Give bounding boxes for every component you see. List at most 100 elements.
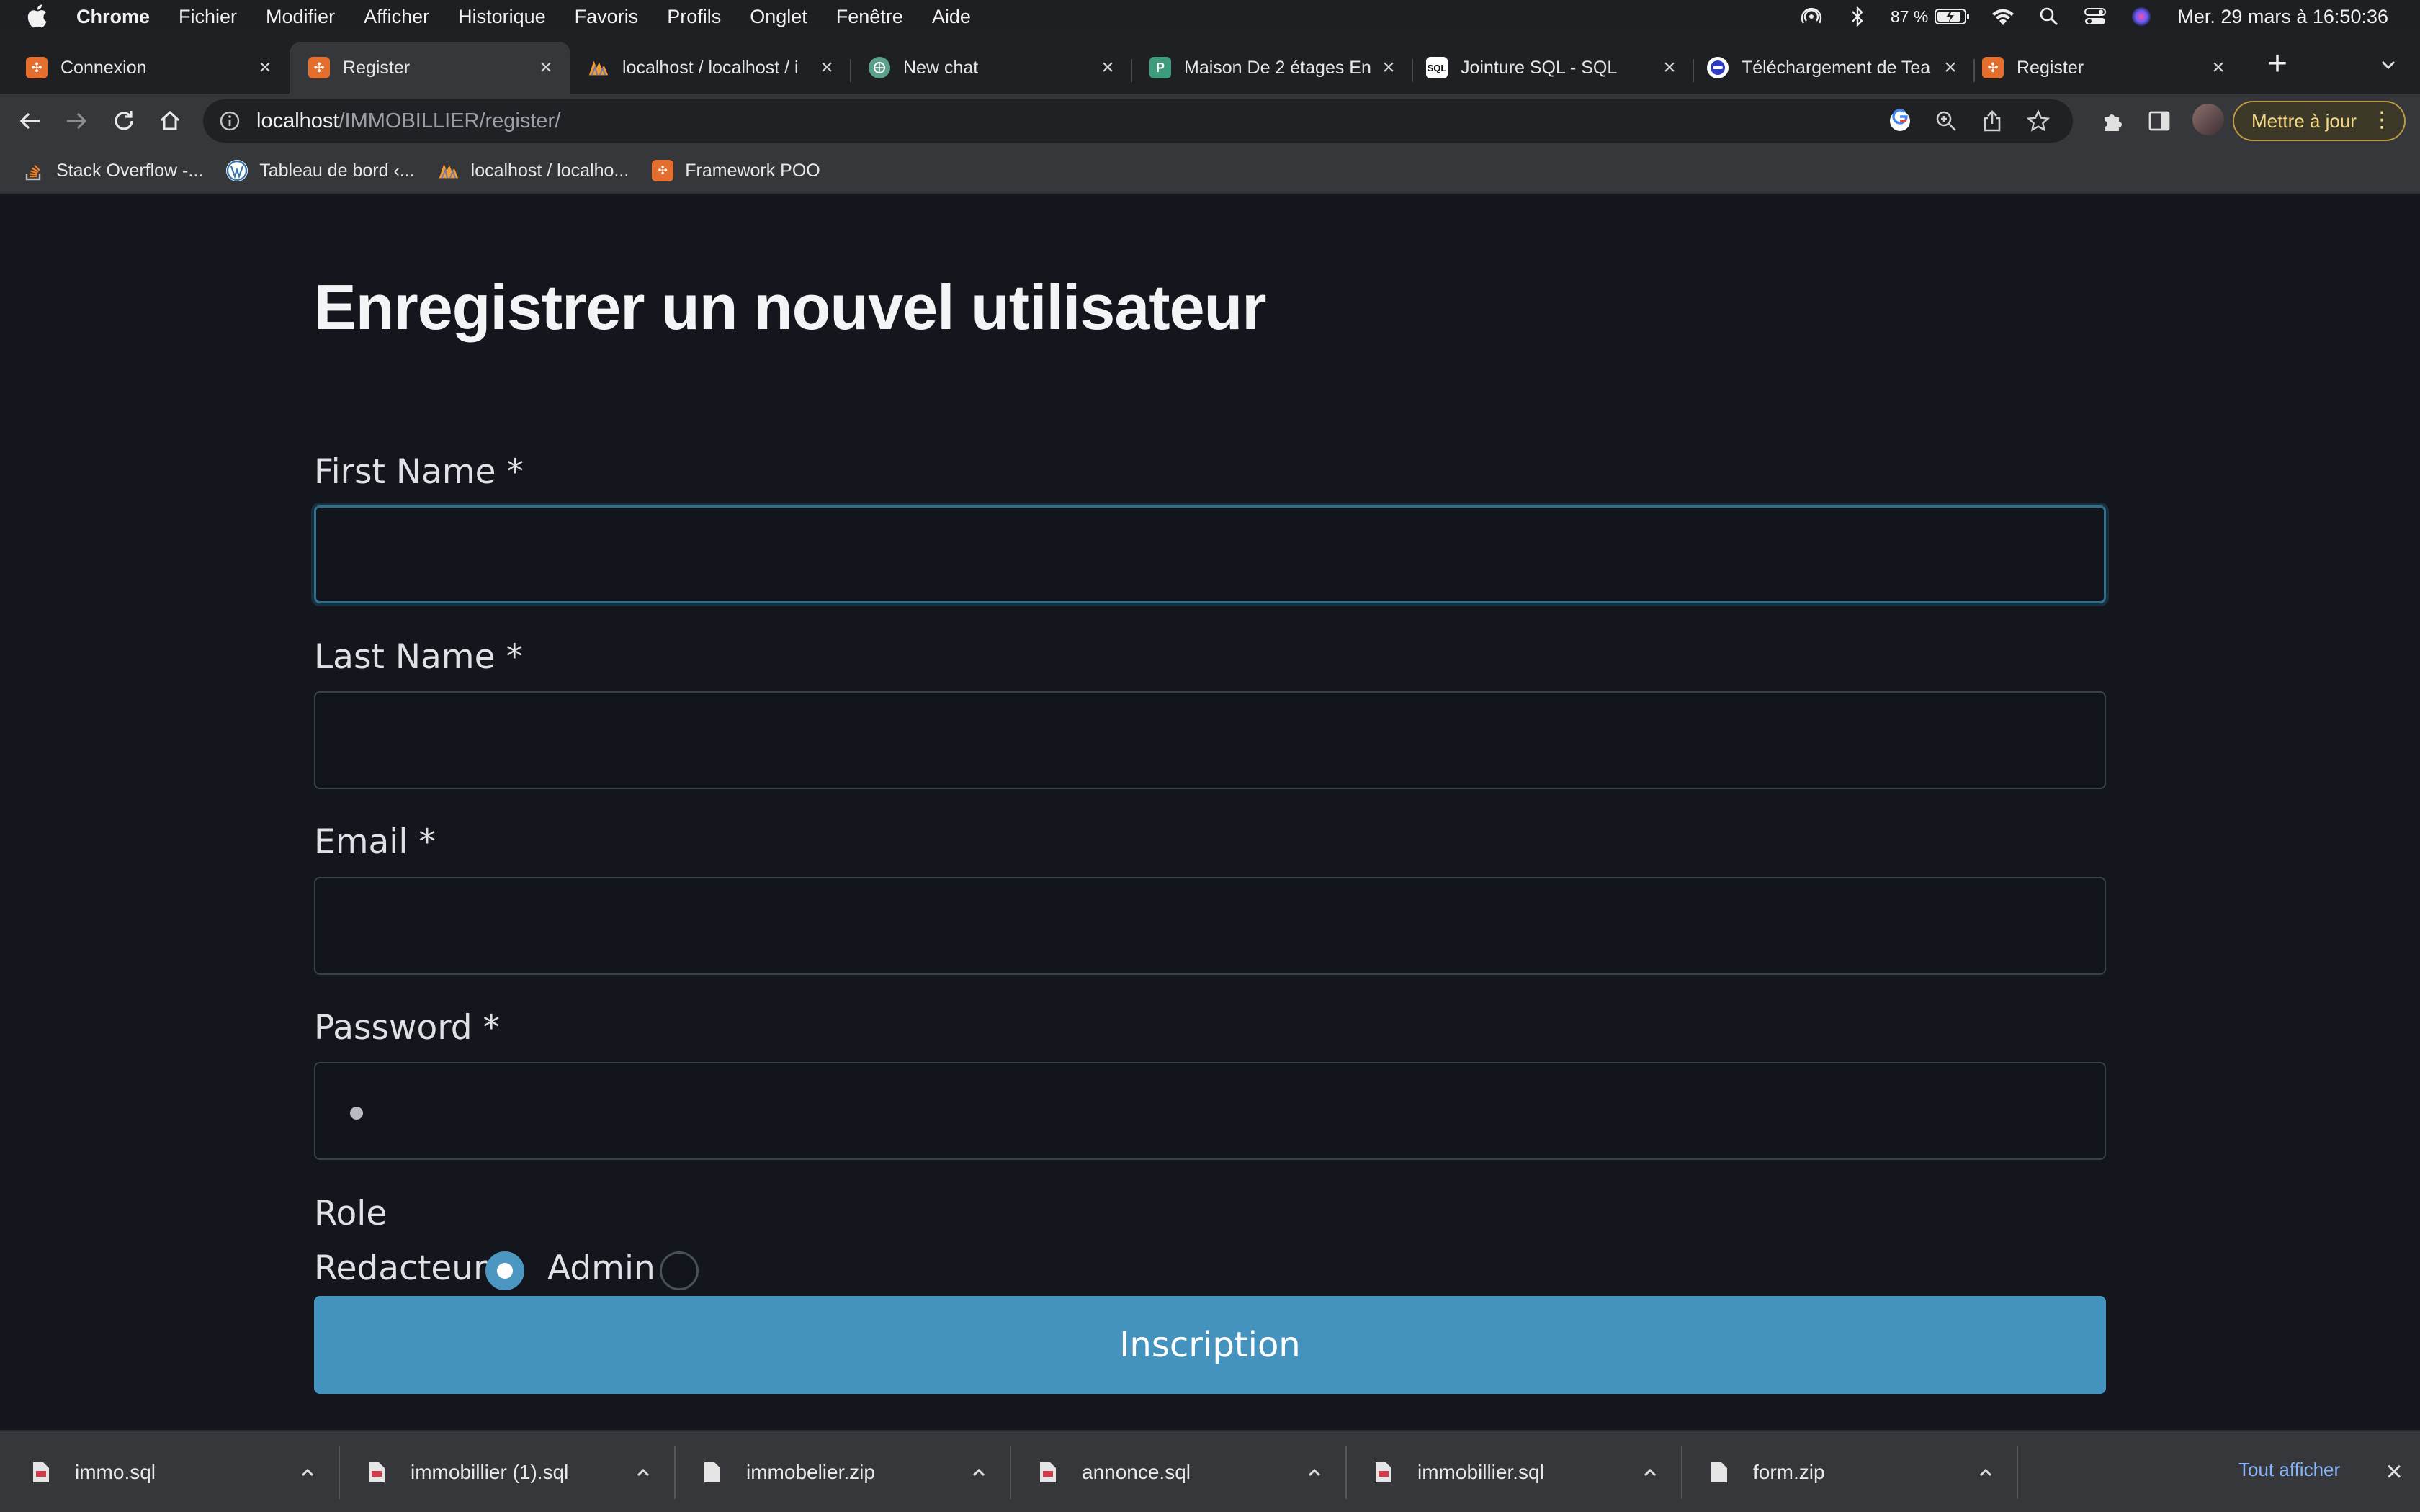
xampp-icon: ✣ — [1982, 57, 2004, 78]
tab-maison-plan[interactable]: P Maison De 2 étages En × — [1132, 48, 1413, 88]
tab-title: Register — [343, 57, 411, 78]
address-bar[interactable]: localhost/IMMOBILLIER/register/ — [203, 99, 2073, 143]
chevron-up-icon[interactable] — [632, 1462, 654, 1483]
share-icon[interactable] — [1979, 108, 2005, 134]
wordpress-icon — [226, 160, 248, 181]
menu-historique[interactable]: Historique — [458, 6, 546, 28]
tab-title: localhost / localhost / i — [622, 57, 799, 78]
tab-telechargement-teams[interactable]: Téléchargement de Tea × — [1694, 48, 1975, 88]
menu-fenetre[interactable]: Fenêtre — [836, 6, 903, 28]
menubar-clock[interactable]: Mer. 29 mars à 16:50:36 — [2177, 6, 2388, 28]
download-item[interactable]: form.zip — [1678, 1431, 2014, 1512]
xampp-icon: ✣ — [308, 57, 330, 78]
browser-toolbar: localhost/IMMOBILLIER/register/ Mettre à… — [0, 94, 2420, 148]
xampp-icon: ✣ — [652, 160, 674, 181]
close-download-shelf-icon[interactable]: × — [2381, 1457, 2407, 1486]
spotlight-search-icon[interactable] — [2035, 2, 2063, 31]
tab-jointure-sql[interactable]: SQL Jointure SQL - SQL × — [1413, 48, 1694, 88]
apple-logo-icon[interactable] — [26, 3, 48, 29]
download-item[interactable]: immobillier (1).sql — [336, 1431, 671, 1512]
download-filename: immobelier.zip — [746, 1461, 875, 1483]
bookmark-label: Tableau de bord ‹... — [259, 160, 415, 181]
reload-icon[interactable] — [109, 107, 138, 135]
tab-register-active[interactable]: ✣ Register × — [290, 42, 570, 94]
bookmark-stack-overflow[interactable]: Stack Overflow -... — [23, 160, 203, 181]
menu-aide[interactable]: Aide — [932, 6, 971, 28]
siri-icon[interactable] — [2127, 2, 2156, 31]
address-url[interactable]: localhost/IMMOBILLIER/register/ — [256, 109, 560, 133]
tab-register[interactable]: ✣ Register × — [1975, 48, 2243, 88]
file-icon — [367, 1461, 386, 1484]
more-options-icon[interactable]: ⋮ — [2371, 109, 2393, 131]
tab-new-chat[interactable]: New chat × — [851, 48, 1132, 88]
side-panel-icon[interactable] — [2145, 107, 2174, 135]
menu-afficher[interactable]: Afficher — [364, 6, 429, 28]
chevron-up-icon[interactable] — [1304, 1462, 1325, 1483]
menu-app-chrome[interactable]: Chrome — [76, 6, 150, 28]
menu-onglet[interactable]: Onglet — [750, 6, 807, 28]
role-admin-radio[interactable] — [660, 1251, 699, 1290]
bookmark-localhost-phpmyadmin[interactable]: localhost / localho... — [438, 160, 629, 181]
menu-fichier[interactable]: Fichier — [179, 6, 237, 28]
email-input[interactable] — [314, 877, 2106, 975]
download-item[interactable]: immobillier.sql — [1343, 1431, 1678, 1512]
role-redacteur-radio[interactable] — [485, 1251, 524, 1290]
extensions-puzzle-icon[interactable] — [2099, 107, 2128, 135]
tab-connexion[interactable]: ✣ Connexion × — [0, 48, 290, 88]
last-name-input[interactable] — [314, 691, 2106, 789]
tab-phpmyadmin[interactable]: localhost / localhost / i × — [570, 48, 851, 88]
close-tab-icon[interactable]: × — [1940, 57, 1960, 78]
close-tab-icon[interactable]: × — [1379, 57, 1399, 78]
home-icon[interactable] — [156, 107, 184, 135]
sql-icon: SQL — [1426, 57, 1448, 78]
zoom-icon[interactable] — [1933, 108, 1959, 134]
close-tab-icon[interactable]: × — [817, 57, 837, 78]
update-chrome-button[interactable]: Mettre à jour ⋮ — [2233, 101, 2406, 141]
close-tab-icon[interactable]: × — [536, 57, 556, 78]
show-all-downloads-link[interactable]: Tout afficher — [2238, 1459, 2340, 1481]
close-tab-icon[interactable]: × — [1098, 57, 1118, 78]
forward-arrow-icon[interactable] — [62, 107, 91, 135]
control-center-icon[interactable] — [2081, 2, 2110, 31]
google-lens-icon[interactable] — [1887, 108, 1913, 134]
tab-title: Jointure SQL - SQL — [1461, 57, 1618, 78]
chevron-up-icon[interactable] — [297, 1462, 318, 1483]
download-separator — [2017, 1446, 2018, 1499]
download-item[interactable]: immo.sql — [0, 1431, 336, 1512]
chevron-up-icon[interactable] — [1975, 1462, 1996, 1483]
password-input[interactable] — [314, 1062, 2106, 1160]
download-item[interactable]: annonce.sql — [1007, 1431, 1343, 1512]
file-icon — [1374, 1461, 1393, 1484]
new-tab-plus-icon[interactable]: + — [2262, 47, 2293, 81]
menu-modifier[interactable]: Modifier — [266, 6, 335, 28]
close-tab-icon[interactable]: × — [255, 57, 275, 78]
register-page: Enregistrer un nouvel utilisateur First … — [0, 194, 2420, 1430]
role-redacteur-label[interactable]: Redacteur — [314, 1248, 487, 1288]
chevron-up-icon[interactable] — [1639, 1462, 1661, 1483]
inscription-submit-button[interactable]: Inscription — [314, 1296, 2106, 1394]
first-name-input[interactable] — [314, 505, 2106, 603]
profile-avatar[interactable] — [2192, 104, 2224, 135]
close-tab-icon[interactable]: × — [2208, 57, 2228, 78]
airdrop-icon[interactable] — [1797, 2, 1826, 31]
download-item[interactable]: immobelier.zip — [671, 1431, 1007, 1512]
wifi-icon[interactable] — [1989, 2, 2017, 31]
url-host: localhost — [256, 109, 339, 132]
role-admin-label[interactable]: Admin — [547, 1248, 655, 1288]
download-filename: immobillier.sql — [1417, 1461, 1544, 1483]
bookmark-star-icon[interactable] — [2025, 108, 2051, 134]
phpmyadmin-icon — [588, 57, 609, 78]
close-tab-icon[interactable]: × — [1659, 57, 1680, 78]
bookmark-tableau-de-bord[interactable]: Tableau de bord ‹... — [226, 160, 415, 181]
menu-profils[interactable]: Profils — [667, 6, 721, 28]
battery-icon[interactable] — [1934, 2, 1971, 31]
file-icon — [703, 1461, 722, 1484]
tab-search-chevron-down-icon[interactable] — [2374, 50, 2403, 79]
bookmark-framework-poo[interactable]: ✣ Framework POO — [652, 160, 820, 181]
menu-favoris[interactable]: Favoris — [575, 6, 639, 28]
bluetooth-icon[interactable] — [1843, 2, 1872, 31]
site-info-icon[interactable] — [219, 110, 241, 132]
tab-title: Maison De 2 étages En — [1184, 57, 1371, 78]
chevron-up-icon[interactable] — [968, 1462, 990, 1483]
back-arrow-icon[interactable] — [16, 107, 45, 135]
